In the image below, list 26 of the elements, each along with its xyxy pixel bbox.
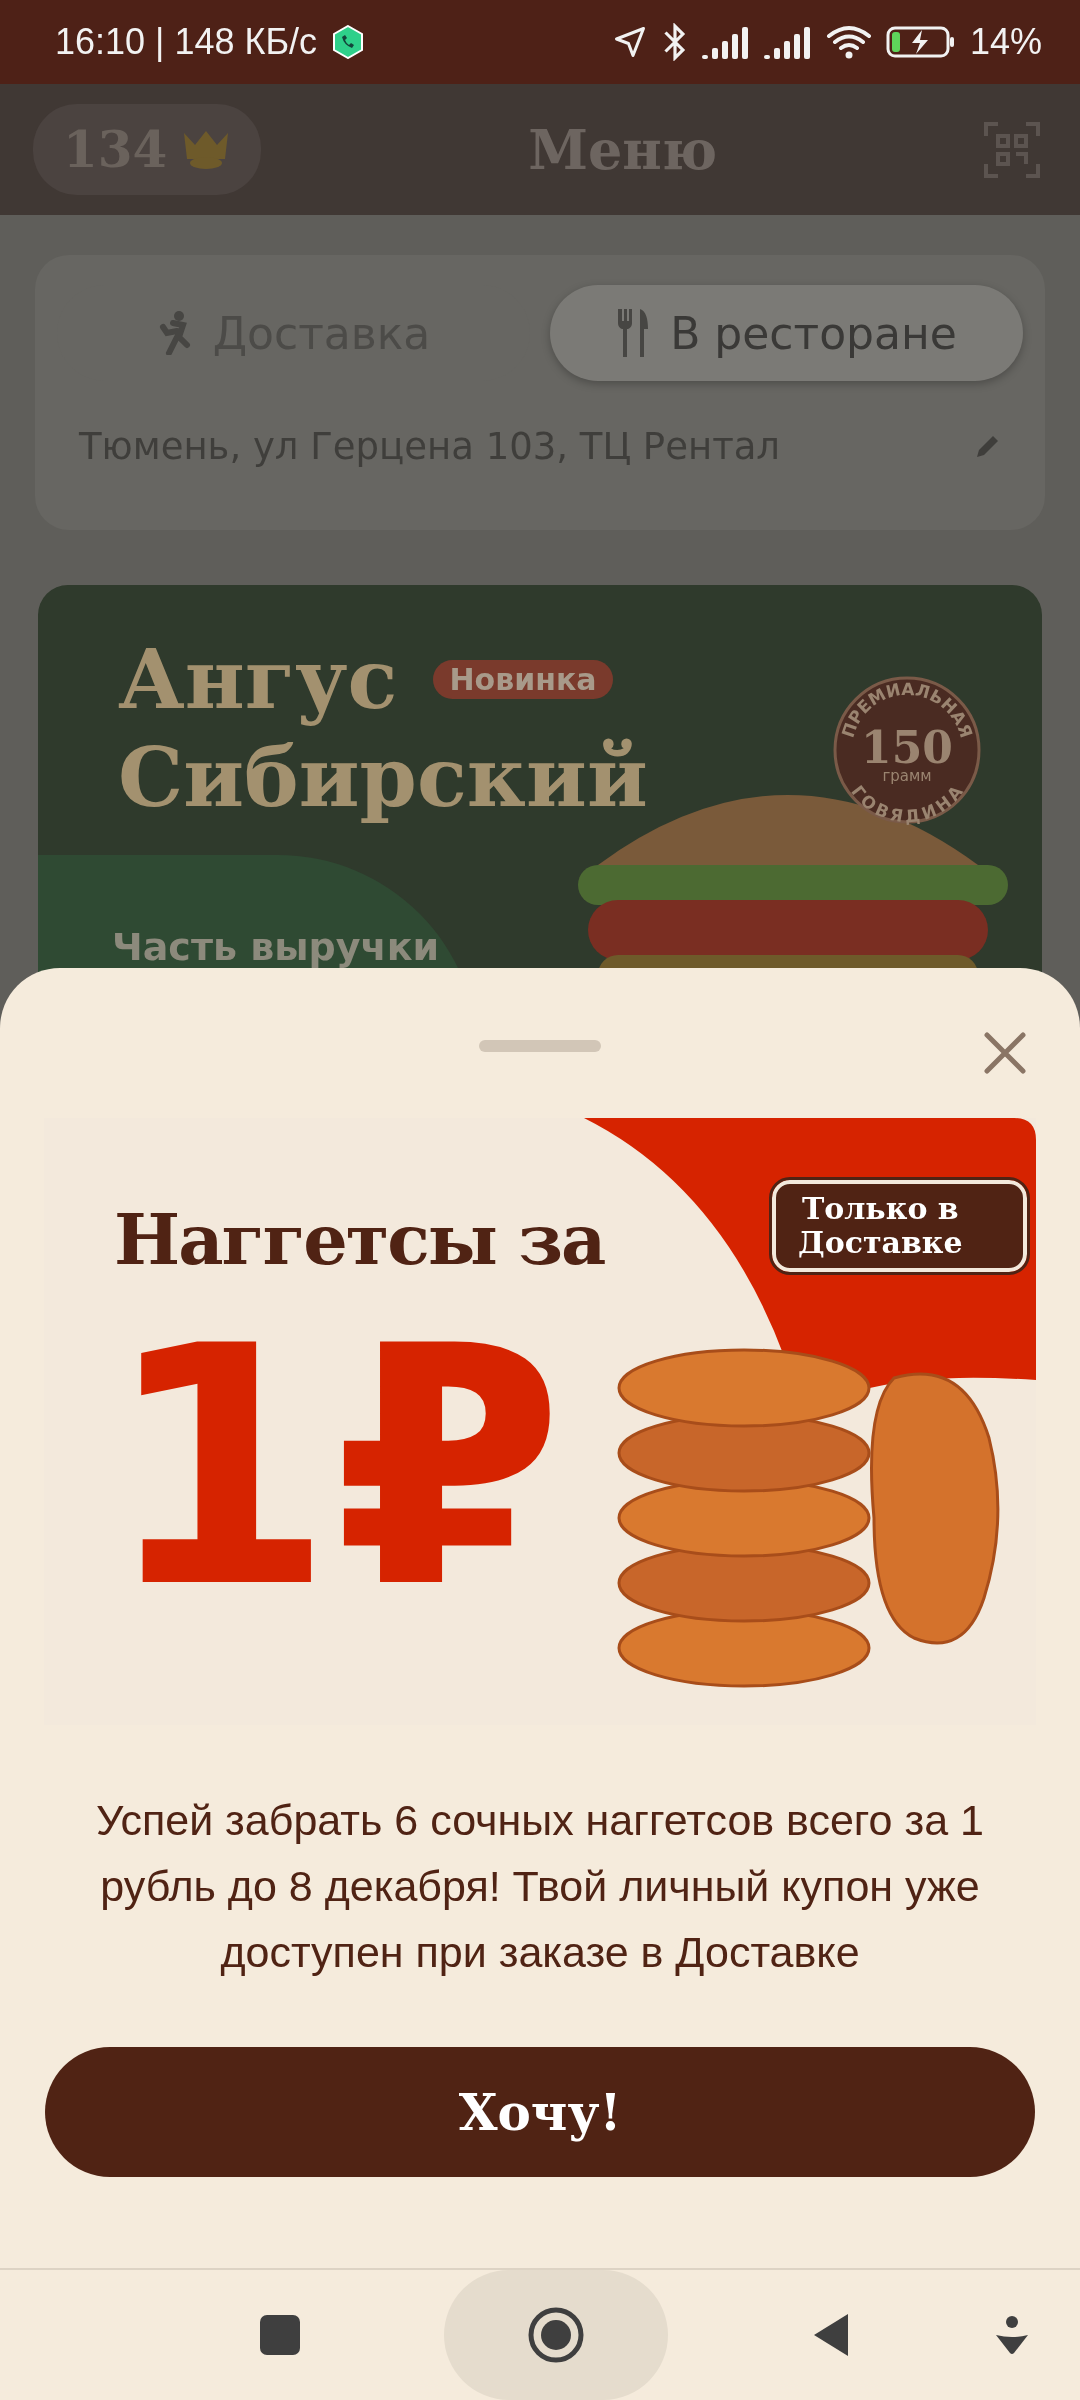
wifi-icon	[825, 24, 872, 60]
new-badge: Новинка	[433, 659, 613, 699]
signal-icon	[701, 25, 750, 59]
square-icon	[260, 2315, 300, 2355]
banner-title: Ангус	[118, 630, 398, 729]
close-icon	[983, 1031, 1027, 1075]
want-button[interactable]: Хочу!	[45, 2047, 1035, 2177]
promo-description: Успей забрать 6 сочных наггетсов всего за 1 рубль до 8 декабря! Твой личный купон уже доступен при заказе в Доставке	[95, 1795, 985, 1978]
back-button[interactable]	[812, 2312, 850, 2358]
back-triangle-icon	[812, 2312, 850, 2358]
battery-percent: 14%	[969, 21, 1042, 63]
bluetooth-icon	[661, 23, 688, 61]
person-down-icon	[994, 2315, 1030, 2355]
delivery-only-tag: Только в Доставке	[772, 1180, 1027, 1272]
battery-charging-icon	[885, 25, 956, 59]
banner-caption: Часть выручки	[112, 925, 440, 971]
phone-app-icon	[331, 25, 366, 59]
home-circle-icon	[528, 2307, 584, 2363]
status-time-speed: 16:10 | 148 КБ/с	[55, 21, 318, 63]
order-mode-tab[interactable]: В ресторане	[550, 285, 1023, 381]
banner-title: Сибирский	[118, 728, 648, 827]
drag-handle[interactable]	[479, 1040, 601, 1052]
fork-knife-icon	[616, 309, 651, 357]
assist-button[interactable]	[994, 2315, 1030, 2355]
signal-icon	[763, 25, 812, 59]
recents-button[interactable]	[260, 2315, 300, 2355]
